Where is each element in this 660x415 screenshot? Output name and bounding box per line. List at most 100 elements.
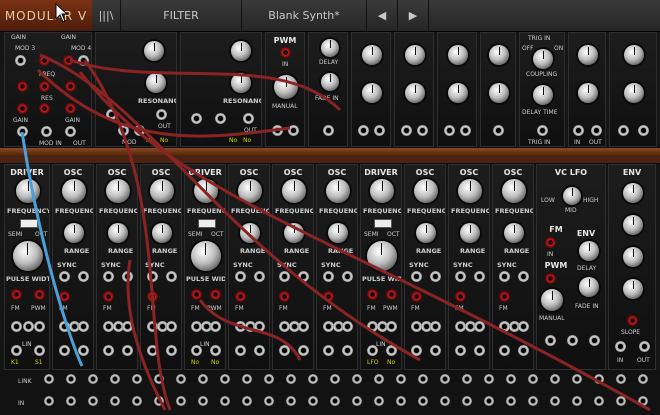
range-knob[interactable] xyxy=(504,223,524,243)
knob[interactable] xyxy=(624,45,644,65)
out-jack[interactable] xyxy=(11,321,22,332)
link-jack[interactable] xyxy=(110,374,120,384)
octave-switch[interactable] xyxy=(20,219,38,228)
link-jack[interactable] xyxy=(88,396,98,406)
filter-jack[interactable] xyxy=(191,113,202,124)
pulse-width-knob[interactable] xyxy=(191,241,221,271)
fm-jack[interactable] xyxy=(235,291,246,302)
link-jack[interactable] xyxy=(374,396,384,406)
out-jack[interactable] xyxy=(460,125,471,136)
out-jack[interactable] xyxy=(474,321,485,332)
mod4-jack[interactable] xyxy=(78,55,89,66)
out-jack[interactable] xyxy=(254,345,265,356)
prev-preset-icon[interactable]: ◀ xyxy=(367,0,398,31)
out-jack[interactable] xyxy=(474,345,485,356)
knob[interactable] xyxy=(405,45,425,65)
link-jack[interactable] xyxy=(418,374,428,384)
fade-in-knob[interactable] xyxy=(321,73,339,91)
pwm-manual-knob[interactable] xyxy=(274,75,298,99)
link-jack[interactable] xyxy=(44,374,54,384)
range-knob[interactable] xyxy=(64,223,84,243)
link-jack[interactable] xyxy=(550,396,560,406)
mixer-jack[interactable] xyxy=(65,81,76,92)
pwm-jack[interactable] xyxy=(34,289,45,300)
link-jack[interactable] xyxy=(374,374,384,384)
frequency-knob[interactable] xyxy=(370,179,394,203)
link-jack[interactable] xyxy=(264,396,274,406)
link-jack[interactable] xyxy=(462,396,472,406)
link-jack[interactable] xyxy=(176,374,186,384)
mixer-jack[interactable] xyxy=(41,126,52,137)
frequency-knob[interactable] xyxy=(106,179,130,203)
knob[interactable] xyxy=(448,83,468,103)
link-jack[interactable] xyxy=(506,396,516,406)
out-jack[interactable] xyxy=(639,341,650,352)
mixer-jack[interactable] xyxy=(63,55,74,66)
out-jack[interactable] xyxy=(103,345,114,356)
out-jack[interactable] xyxy=(417,125,428,136)
out-jack[interactable] xyxy=(591,125,602,136)
out-jack[interactable] xyxy=(147,345,158,356)
mixer-jack[interactable] xyxy=(39,81,50,92)
slope-jack[interactable] xyxy=(627,315,638,326)
link-jack[interactable] xyxy=(220,374,230,384)
knob[interactable] xyxy=(578,45,598,65)
in-jack[interactable] xyxy=(618,125,629,136)
link-jack[interactable] xyxy=(132,374,142,384)
link-jack[interactable] xyxy=(176,396,186,406)
out-jack[interactable] xyxy=(374,125,385,136)
frequency-knob[interactable] xyxy=(414,179,438,203)
filter-tab[interactable]: FILTER xyxy=(121,0,242,31)
link-jack[interactable] xyxy=(110,396,120,406)
out-jack[interactable] xyxy=(298,345,309,356)
fm-in-jack[interactable] xyxy=(545,237,556,248)
link-jack[interactable] xyxy=(506,374,516,384)
link-jack[interactable] xyxy=(286,396,296,406)
in-jack[interactable] xyxy=(401,125,412,136)
resonance-knob[interactable] xyxy=(146,73,166,93)
filter-knob[interactable] xyxy=(231,41,251,61)
sync-jack[interactable] xyxy=(323,271,334,282)
knob[interactable] xyxy=(489,83,509,103)
sync-jack[interactable] xyxy=(103,271,114,282)
out-jack[interactable] xyxy=(518,345,529,356)
out-jack[interactable] xyxy=(430,345,441,356)
mixer-jack[interactable] xyxy=(17,126,28,137)
out-jack[interactable] xyxy=(342,345,353,356)
range-knob[interactable] xyxy=(152,223,172,243)
link-jack[interactable] xyxy=(264,374,274,384)
sync-jack[interactable] xyxy=(411,271,422,282)
link-jack[interactable] xyxy=(286,374,296,384)
fm-jack[interactable] xyxy=(499,291,510,302)
link-jack[interactable] xyxy=(44,396,54,406)
trig-knob[interactable] xyxy=(533,49,553,69)
in-jack[interactable] xyxy=(615,341,626,352)
out-jack[interactable] xyxy=(11,345,22,356)
frequency-knob[interactable] xyxy=(16,179,40,203)
link-jack[interactable] xyxy=(572,396,582,406)
link-jack[interactable] xyxy=(418,396,428,406)
link-jack[interactable] xyxy=(154,374,164,384)
knob[interactable] xyxy=(578,83,598,103)
filter-out-jack[interactable] xyxy=(243,113,254,124)
sync-jack[interactable] xyxy=(455,271,466,282)
mixer-jack[interactable] xyxy=(65,126,76,137)
link-jack[interactable] xyxy=(308,396,318,406)
pwm-jack[interactable] xyxy=(386,289,397,300)
sync-jack[interactable] xyxy=(59,271,70,282)
range-knob[interactable] xyxy=(240,223,260,243)
frequency-knob[interactable] xyxy=(150,179,174,203)
out-jack[interactable] xyxy=(210,321,221,332)
knob[interactable] xyxy=(624,83,644,103)
jack[interactable] xyxy=(342,271,353,282)
fm-jack[interactable] xyxy=(103,291,114,302)
pwm-jack[interactable] xyxy=(545,273,556,284)
fm-jack[interactable] xyxy=(367,289,378,300)
env-knob[interactable] xyxy=(623,279,643,299)
link-jack[interactable] xyxy=(198,374,208,384)
out-jack[interactable] xyxy=(430,321,441,332)
fm-jack[interactable] xyxy=(59,291,70,302)
frequency-knob[interactable] xyxy=(502,179,526,203)
link-jack[interactable] xyxy=(330,374,340,384)
out-jack[interactable] xyxy=(122,345,133,356)
